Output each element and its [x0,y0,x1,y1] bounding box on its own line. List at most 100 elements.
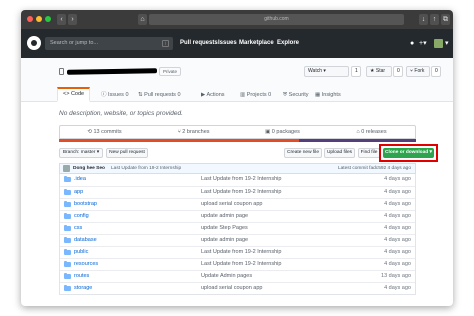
commits-link[interactable]: ⟲ 13 commits [60,126,149,138]
nav-explore[interactable]: Explore [277,37,299,50]
folder-icon [64,213,71,219]
releases-link[interactable]: ⌂ 0 releases [327,126,416,138]
create-new-file-button[interactable]: Create new file [284,148,322,158]
commit-message[interactable]: Last Update from 19-2 Internship [111,164,181,173]
nav-issues[interactable]: Issues [218,37,237,50]
watch-button[interactable]: Watch ▾ [304,66,349,77]
fork-count[interactable]: 0 [431,66,441,77]
table-row[interactable]: app Last Update from 19-2 Internship 4 d… [60,186,415,198]
file-commit-message[interactable]: update Step Pages [201,223,248,234]
file-name[interactable]: routes [74,271,89,282]
repo-stats-bar: ⟲ 13 commits ⑂ 2 branches ▣ 0 packages ⌂… [59,125,416,139]
tab-security-label: Security [288,92,309,98]
tab-issues-label: Issues 0 [108,92,129,98]
file-age: 4 days ago [384,249,411,255]
tabs-icon[interactable]: ⧉ [441,14,450,25]
tab-projects[interactable]: ▥ Projects 0 [240,90,271,101]
table-row[interactable]: config update admin page 4 days ago [60,210,415,222]
file-name[interactable]: config [74,211,89,222]
file-commit-message[interactable]: Last Update from 19-2 Internship [201,187,281,198]
table-row[interactable]: bootstrap upload serial coupon app 4 day… [60,198,415,210]
tab-pull-requests[interactable]: ⇅ Pull requests 0 [138,90,181,101]
packages-count: 0 packages [271,129,300,135]
file-name[interactable]: bootstrap [74,199,97,210]
packages-link[interactable]: ▣ 0 packages [238,126,327,138]
maximize-window-button[interactable] [45,16,51,22]
file-commit-message[interactable]: Last Update from 19-2 Internship [201,174,281,185]
tab-insights[interactable]: ▦ Insights [315,90,341,101]
fork-button[interactable]: ⑂ Fork [406,66,430,77]
file-age: 4 days ago [384,176,411,182]
nav-marketplace[interactable]: Marketplace [239,37,274,50]
branch-select-button[interactable]: Branch: master ▾ [59,148,103,158]
nav-pull-requests[interactable]: Pull requests [180,37,218,50]
file-commit-message[interactable]: Update Admin pages [201,271,252,282]
repo-description: No description, website, or topics provi… [59,110,183,117]
search-input[interactable]: Search or jump to... / [45,37,173,50]
avatar[interactable] [434,39,443,48]
table-row[interactable]: .idea Last Update from 19-2 Internship 4… [60,174,415,186]
minimize-window-button[interactable] [36,16,42,22]
file-name[interactable]: storage [74,283,92,294]
file-commit-message[interactable]: upload serial coupon app [201,199,262,210]
folder-icon [64,261,71,267]
file-commit-message[interactable]: Last Update from 19-2 Internship [201,259,281,270]
home-icon[interactable]: ⌂ [138,14,147,25]
avatar-caret[interactable]: ▾ [445,37,449,50]
file-name[interactable]: .idea [74,174,86,185]
create-new-menu[interactable]: +▾ [419,37,427,50]
table-row[interactable]: routes Update Admin pages 13 days ago [60,270,415,282]
releases-count: 0 releases [361,129,387,135]
search-shortcut-key: / [162,40,169,47]
table-row[interactable]: database update admin page 4 days ago [60,234,415,246]
share-icon[interactable]: ↑ [430,14,439,25]
file-commit-message[interactable]: Last Update from 19-2 Internship [201,247,281,258]
file-age: 4 days ago [384,225,411,231]
folder-icon [64,285,71,291]
upload-files-button[interactable]: Upload files [324,148,355,158]
star-count[interactable]: 0 [393,66,403,77]
bell-icon[interactable]: ● [410,37,414,50]
file-name[interactable]: css [74,223,82,234]
browser-chrome: ‹ › ⌂ github.com ↓ ↑ ⧉ [21,10,453,29]
file-commit-message[interactable]: update admin page [201,235,248,246]
commits-count: 13 commits [93,129,122,135]
commit-author[interactable]: Dong hee Seo [73,164,105,173]
star-button[interactable]: ★ Star [366,66,392,77]
tab-actions[interactable]: ▶ Actions [201,90,225,101]
table-row[interactable]: css update Step Pages 4 days ago [60,222,415,234]
folder-icon [64,201,71,207]
private-badge: Private [159,67,182,76]
back-button[interactable]: ‹ [57,14,66,25]
tab-code[interactable]: <> Code [57,87,91,102]
download-icon[interactable]: ↓ [419,14,428,25]
tab-issues[interactable]: ⓘ Issues 0 [101,90,129,101]
file-name[interactable]: app [74,187,83,198]
redacted-repo-name [66,68,158,75]
watch-count[interactable]: 1 [351,66,361,77]
commit-author-avatar [63,165,70,172]
repo-icon [59,68,64,75]
language-bar[interactable] [59,139,416,142]
table-row[interactable]: storage upload serial coupon app 4 days … [60,282,415,294]
branches-link[interactable]: ⑂ 2 branches [149,126,238,138]
address-bar[interactable]: github.com [149,14,404,25]
language-bar-segment [59,139,299,142]
commit-info[interactable]: Latest commit fadc592 4 days ago [338,164,411,173]
file-list: .idea Last Update from 19-2 Internship 4… [59,174,416,295]
new-pull-request-button[interactable]: New pull request [106,148,148,158]
folder-icon [64,237,71,243]
close-window-button[interactable] [27,16,33,22]
table-row[interactable]: public Last Update from 19-2 Internship … [60,246,415,258]
github-logo-icon[interactable] [27,36,41,50]
file-commit-message[interactable]: upload serial coupon app [201,283,262,294]
file-commit-message[interactable]: update admin page [201,211,248,222]
folder-icon [64,189,71,195]
forward-button[interactable]: › [68,14,77,25]
file-name[interactable]: public [74,247,88,258]
file-name[interactable]: resources [74,259,98,270]
find-file-button[interactable]: Find file [358,148,380,158]
tab-security[interactable]: ⛨ Security [283,90,309,101]
file-name[interactable]: database [74,235,97,246]
table-row[interactable]: resources Last Update from 19-2 Internsh… [60,258,415,270]
